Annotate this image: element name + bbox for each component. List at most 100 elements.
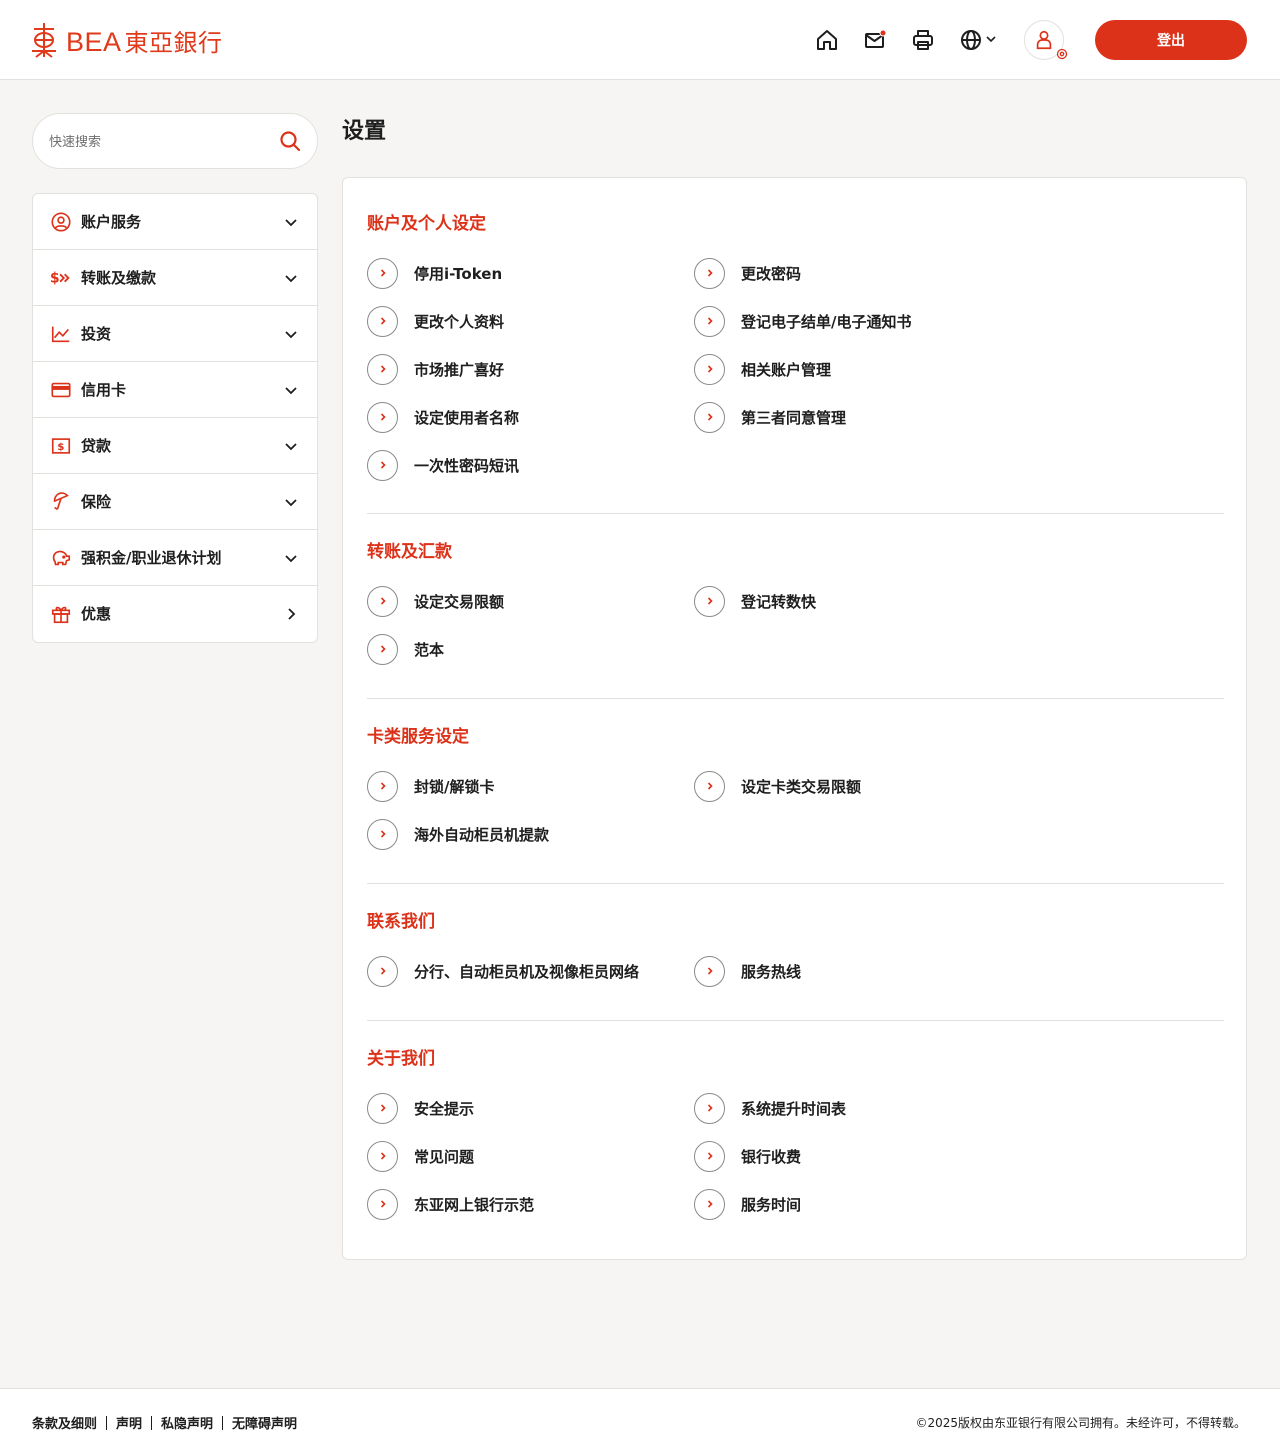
home-icon[interactable]: [813, 26, 841, 54]
link-register-fps[interactable]: 登记转数快: [694, 585, 816, 617]
footer-separator: [151, 1415, 153, 1430]
footer-link-accessibility[interactable]: 无障碍声明: [232, 1413, 297, 1432]
chevron-down-icon: [285, 331, 297, 339]
link-deactivate-itoken[interactable]: 停用i-Token: [367, 257, 502, 289]
section-title: 联系我们: [367, 912, 435, 932]
section-divider: [367, 883, 1224, 884]
sidebar-item-label: 强积金/职业退休计划: [81, 549, 222, 567]
insurance-icon: [49, 490, 73, 514]
chevron-right-circle-icon: [694, 1188, 725, 1220]
sidebar-item-label: 投资: [81, 325, 112, 343]
gift-icon: [49, 602, 73, 626]
link-online-banking-demo[interactable]: 东亚网上银行示范: [367, 1188, 534, 1220]
chevron-right-circle-icon: [694, 305, 725, 337]
chevron-right-circle-icon: [367, 257, 398, 289]
chevron-down-icon: [285, 443, 297, 451]
link-third-party-consent[interactable]: 第三者同意管理: [694, 401, 846, 433]
sidebar-item-mpf-orso[interactable]: 强积金/职业退休计划: [33, 530, 317, 586]
sidebar-item-insurance[interactable]: 保险: [33, 474, 317, 530]
bea-logo-text: BEA 東亞銀行: [66, 26, 223, 57]
investment-icon: [49, 322, 73, 346]
sidebar-item-account-services[interactable]: 账户服务: [33, 194, 317, 250]
language-chevron-down-icon[interactable]: [985, 33, 997, 45]
chevron-right-circle-icon: [367, 401, 398, 433]
bea-logo-mark-icon: [32, 23, 56, 58]
chevron-right-circle-icon: [694, 401, 725, 433]
link-security-tips[interactable]: 安全提示: [367, 1092, 474, 1124]
chevron-down-icon: [285, 387, 297, 395]
link-set-username[interactable]: 设定使用者名称: [367, 401, 519, 433]
page-title: 设置: [342, 119, 387, 144]
transfer-icon: $: [49, 266, 73, 290]
chevron-right-circle-icon: [694, 585, 725, 617]
chevron-right-circle-icon: [694, 353, 725, 385]
link-bank-charges[interactable]: 银行收费: [694, 1140, 801, 1172]
section-title: 转账及汇款: [367, 542, 452, 562]
chevron-right-circle-icon: [367, 449, 398, 481]
search-icon[interactable]: [278, 129, 302, 153]
sidebar-item-credit-card[interactable]: 信用卡: [33, 362, 317, 418]
link-otp-sms[interactable]: 一次性密码短讯: [367, 449, 519, 481]
chevron-right-circle-icon: [367, 633, 398, 665]
link-service-hours[interactable]: 服务时间: [694, 1188, 801, 1220]
footer-link-privacy[interactable]: 私隐声明: [161, 1413, 213, 1432]
footer-link-disclaimer[interactable]: 声明: [116, 1413, 142, 1432]
footer-links: 条款及细则 声明 私隐声明 无障碍声明: [32, 1413, 297, 1432]
footer-link-terms[interactable]: 条款及细则: [32, 1413, 97, 1432]
footer-separator: [106, 1415, 108, 1430]
chevron-right-circle-icon: [367, 585, 398, 617]
bea-logo[interactable]: BEA 東亞銀行: [30, 20, 223, 60]
sidebar-item-label: 转账及缴款: [81, 269, 157, 287]
chevron-right-circle-icon: [367, 770, 398, 802]
link-templates[interactable]: 范本: [367, 633, 444, 665]
gear-icon: [1056, 48, 1068, 60]
section-title: 账户及个人设定: [367, 214, 486, 234]
logout-button[interactable]: 登出: [1095, 20, 1247, 60]
sidebar-item-investment[interactable]: 投资: [33, 306, 317, 362]
link-overseas-atm-withdrawal[interactable]: 海外自动柜员机提款: [367, 818, 549, 850]
link-block-unblock-card[interactable]: 封锁/解锁卡: [367, 770, 494, 802]
quick-search-input[interactable]: [49, 130, 269, 154]
sidebar-item-loan[interactable]: $ 贷款: [33, 418, 317, 474]
copyright-text: ©2025版权由东亚银行有限公司拥有。未经许可，不得转载。: [915, 1416, 1246, 1430]
link-marketing-preferences[interactable]: 市场推广喜好: [367, 353, 504, 385]
sidebar-nav: 账户服务 $ 转账及缴款 投资 信用卡 $ 贷款 保险 强积金/职业退休计划 优…: [32, 193, 318, 643]
piggy-bank-icon: [49, 546, 73, 570]
account-icon: [49, 210, 73, 234]
chevron-down-icon: [285, 219, 297, 227]
link-change-personal-info[interactable]: 更改个人资料: [367, 305, 504, 337]
link-faq[interactable]: 常见问题: [367, 1140, 474, 1172]
chevron-down-icon: [285, 555, 297, 563]
mail-icon[interactable]: [861, 26, 889, 54]
globe-icon[interactable]: [957, 26, 985, 54]
sidebar-item-transfer-payment[interactable]: $ 转账及缴款: [33, 250, 317, 306]
sidebar-item-offers[interactable]: 优惠: [33, 586, 317, 642]
link-system-upgrade-schedule[interactable]: 系统提升时间表: [694, 1092, 846, 1124]
chevron-right-circle-icon: [694, 257, 725, 289]
chevron-right-circle-icon: [367, 1188, 398, 1220]
chevron-down-icon: [285, 275, 297, 283]
link-service-hotline[interactable]: 服务热线: [694, 955, 801, 987]
chevron-right-circle-icon: [367, 353, 398, 385]
chevron-right-circle-icon: [694, 1140, 725, 1172]
section-divider: [367, 1020, 1224, 1021]
chevron-right-circle-icon: [694, 1092, 725, 1124]
chevron-right-circle-icon: [367, 305, 398, 337]
svg-text:$: $: [50, 271, 60, 287]
chevron-down-icon: [285, 499, 297, 507]
top-header: BEA 東亞銀行 登出: [0, 0, 1280, 80]
chevron-right-circle-icon: [367, 1140, 398, 1172]
link-set-transaction-limit[interactable]: 设定交易限额: [367, 585, 504, 617]
chevron-right-circle-icon: [367, 1092, 398, 1124]
profile-settings-button[interactable]: [1024, 20, 1068, 60]
footer-separator: [222, 1415, 224, 1430]
section-title: 卡类服务设定: [367, 727, 469, 747]
settings-card: 账户及个人设定 停用i-Token 更改密码 更改个人资料 登记电子结单/电子通…: [342, 177, 1247, 1260]
link-branch-atm-network[interactable]: 分行、自动柜员机及视像柜员网络: [367, 955, 639, 987]
page-footer: 条款及细则 声明 私隐声明 无障碍声明 ©2025版权由东亚银行有限公司拥有。未…: [0, 1388, 1280, 1454]
link-related-account-management[interactable]: 相关账户管理: [694, 353, 831, 385]
link-card-transaction-limit[interactable]: 设定卡类交易限额: [694, 770, 861, 802]
print-icon[interactable]: [909, 26, 937, 54]
link-register-estatement[interactable]: 登记电子结单/电子通知书: [694, 305, 911, 337]
link-change-password[interactable]: 更改密码: [694, 257, 801, 289]
